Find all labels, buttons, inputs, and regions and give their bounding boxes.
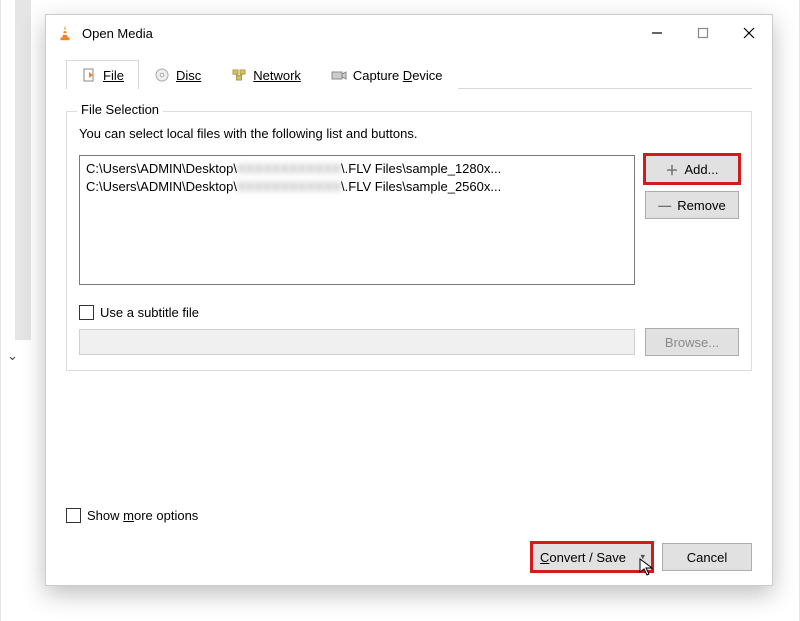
file-selection-group: File Selection You can select local file… xyxy=(66,111,752,371)
collapse-chevron-icon[interactable]: ⌄ xyxy=(7,348,18,364)
cancel-button-label: Cancel xyxy=(687,550,727,565)
tab-capture-label: Capture Device xyxy=(353,68,443,83)
file-list[interactable]: C:\Users\ADMIN\Desktop\XXXXXXXXXXXX\.FLV… xyxy=(79,155,635,285)
file-selection-hint: You can select local files with the foll… xyxy=(79,126,739,141)
subtitle-checkbox-label: Use a subtitle file xyxy=(100,305,199,320)
maximize-button[interactable] xyxy=(680,18,726,48)
network-icon xyxy=(231,67,247,83)
more-options-label: Show more options xyxy=(87,508,198,523)
more-options-checkbox[interactable] xyxy=(66,508,81,523)
window-title: Open Media xyxy=(82,26,153,41)
list-item[interactable]: C:\Users\ADMIN\Desktop\XXXXXXXXXXXX\.FLV… xyxy=(86,160,628,178)
disc-icon xyxy=(154,67,170,83)
remove-button-label: Remove xyxy=(677,198,725,213)
open-media-dialog: Open Media File xyxy=(45,14,773,586)
tab-network[interactable]: Network xyxy=(216,60,316,89)
convert-save-button[interactable]: Convert / Save ▾ xyxy=(532,543,652,571)
remove-button[interactable]: — Remove xyxy=(645,191,739,219)
file-selection-legend: File Selection xyxy=(77,102,163,117)
subtitle-checkbox[interactable] xyxy=(79,305,94,320)
tab-file[interactable]: File xyxy=(66,60,139,89)
add-button-label: Add... xyxy=(685,162,719,177)
browse-button-label: Browse... xyxy=(665,335,719,350)
vlc-cone-icon xyxy=(56,24,74,42)
chevron-down-icon: ▾ xyxy=(640,552,645,563)
tab-file-label: File xyxy=(103,68,124,83)
titlebar: Open Media xyxy=(46,15,772,51)
tab-disc-label: Disc xyxy=(176,68,201,83)
minimize-button[interactable] xyxy=(634,18,680,48)
browse-button: Browse... xyxy=(645,328,739,356)
cancel-button[interactable]: Cancel xyxy=(662,543,752,571)
minus-icon: — xyxy=(658,198,671,213)
plus-icon: ＋ xyxy=(666,160,679,179)
list-item[interactable]: C:\Users\ADMIN\Desktop\XXXXXXXXXXXX\.FLV… xyxy=(86,178,628,196)
parent-scrollbar[interactable] xyxy=(15,0,31,340)
tab-capture[interactable]: Capture Device xyxy=(316,60,458,89)
source-tabs: File Disc Network Capture Device xyxy=(66,59,752,89)
convert-save-label: Convert / Save xyxy=(540,550,626,565)
capture-icon xyxy=(331,67,347,83)
tab-network-label: Network xyxy=(253,68,301,83)
close-button[interactable] xyxy=(726,18,772,48)
tab-disc[interactable]: Disc xyxy=(139,60,216,89)
file-icon xyxy=(81,67,97,83)
add-button[interactable]: ＋ Add... xyxy=(645,155,739,183)
subtitle-path-input xyxy=(79,329,635,355)
